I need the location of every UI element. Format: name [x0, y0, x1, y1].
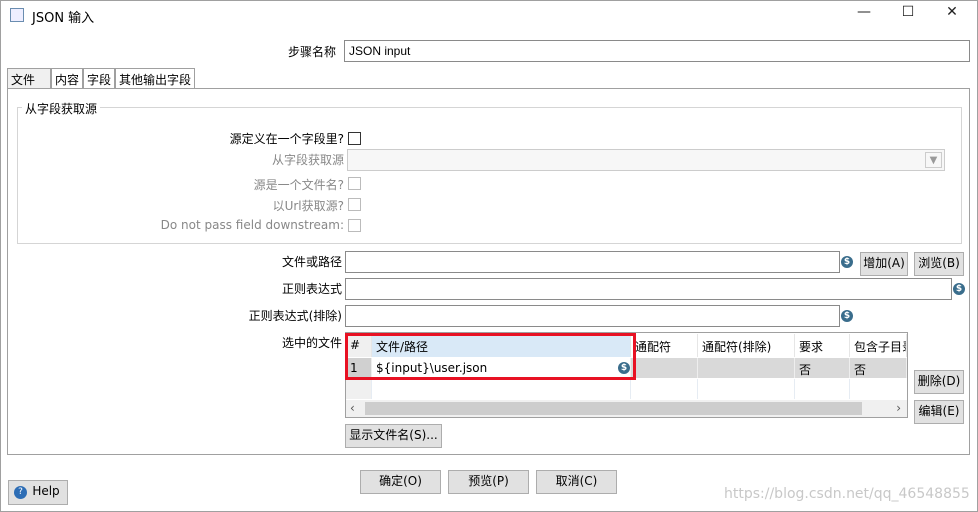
do-not-pass-label: Do not pass field downstream: [160, 218, 344, 232]
tab-content[interactable]: 内容 [51, 68, 83, 88]
column-header-wildcard[interactable]: 通配符 [631, 334, 698, 357]
regex-exclude-input[interactable] [345, 305, 840, 327]
help-button[interactable]: ? Help [8, 480, 68, 505]
json-step-icon [10, 8, 24, 22]
window-title: JSON 输入 [32, 11, 95, 26]
cell-include-subfolders[interactable]: 否 [850, 358, 907, 378]
column-header-wildcard-exclude[interactable]: 通配符(排除) [698, 334, 795, 357]
column-header-include-subfolders[interactable]: 包含子目录 [850, 334, 907, 357]
delete-button[interactable]: 删除(D) [914, 370, 964, 394]
source-is-filename-checkbox[interactable] [348, 177, 361, 190]
scrollbar-thumb[interactable] [365, 402, 862, 415]
source-field-label: 从字段获取源 [271, 153, 344, 167]
empty-row[interactable] [346, 379, 372, 399]
regex-input[interactable] [345, 278, 952, 300]
step-name-label: 步骤名称 [287, 45, 336, 59]
source-field-dropdown[interactable]: ▼ [347, 149, 945, 171]
preview-button[interactable]: 预览(P) [448, 470, 529, 494]
add-button[interactable]: 增加(A) [860, 252, 908, 276]
cell-wildcard[interactable] [631, 358, 698, 378]
file-path-label: 文件或路径 [281, 255, 342, 269]
close-icon[interactable]: ✕ [942, 4, 962, 24]
file-path-input[interactable] [345, 251, 840, 273]
variable-icon[interactable]: $ [841, 256, 853, 268]
source-is-filename-label: 源是一个文件名? [253, 178, 344, 192]
step-name-input[interactable] [344, 40, 970, 62]
source-in-field-checkbox[interactable] [348, 132, 361, 145]
variable-icon[interactable]: $ [953, 283, 965, 295]
tab-fields[interactable]: 字段 [83, 68, 115, 88]
watermark: https://blog.csdn.net/qq_46548855 [724, 486, 970, 502]
highlight-box [345, 333, 636, 380]
ok-button[interactable]: 确定(O) [360, 470, 441, 494]
help-icon: ? [14, 486, 27, 499]
empty-cell[interactable] [795, 379, 850, 399]
browse-button[interactable]: 浏览(B) [914, 252, 964, 276]
source-group [17, 107, 962, 244]
chevron-down-icon: ▼ [925, 152, 942, 168]
maximize-icon[interactable]: ☐ [898, 4, 918, 24]
cancel-button[interactable]: 取消(C) [536, 470, 617, 494]
regex-exclude-label: 正则表达式(排除) [248, 309, 342, 323]
source-url-label: 以Url获取源? [272, 199, 344, 213]
variable-icon[interactable]: $ [841, 310, 853, 322]
scroll-left-icon[interactable]: ‹ [350, 401, 355, 415]
empty-cell[interactable] [698, 379, 795, 399]
selected-files-label: 选中的文件 [281, 336, 342, 350]
empty-cell[interactable] [372, 379, 631, 399]
minimize-icon[interactable]: — [854, 4, 874, 24]
tab-other-output-fields[interactable]: 其他输出字段 [115, 68, 195, 88]
column-header-required[interactable]: 要求 [795, 334, 850, 357]
regex-label: 正则表达式 [281, 282, 342, 296]
source-group-title: 从字段获取源 [22, 100, 101, 117]
cell-wildcard-exclude[interactable] [698, 358, 795, 378]
source-url-checkbox[interactable] [348, 198, 361, 211]
show-filenames-button[interactable]: 显示文件名(S)... [345, 424, 442, 448]
cell-required[interactable]: 否 [795, 358, 850, 378]
edit-button[interactable]: 编辑(E) [914, 400, 964, 424]
empty-cell[interactable] [631, 379, 698, 399]
help-label: Help [32, 484, 60, 498]
tab-file[interactable]: 文件 [7, 68, 51, 88]
scroll-right-icon[interactable]: › [896, 401, 901, 415]
source-in-field-label: 源定义在一个字段里? [229, 132, 344, 146]
horizontal-scrollbar[interactable]: ‹ › [346, 400, 907, 417]
do-not-pass-checkbox[interactable] [348, 219, 361, 232]
